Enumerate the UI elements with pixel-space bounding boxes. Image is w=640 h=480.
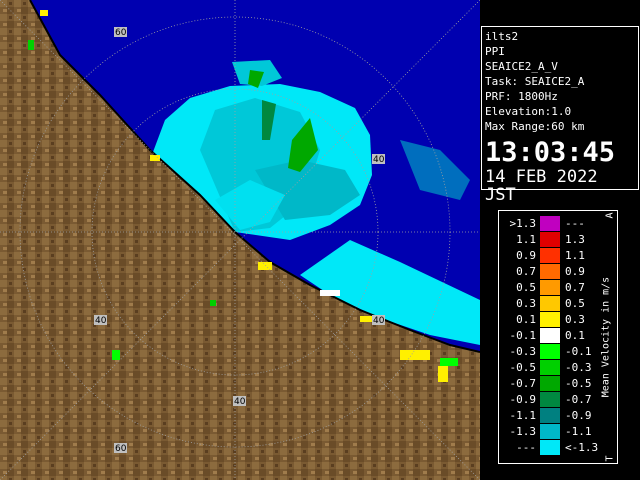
legend-lower-bound: -1.1 — [509, 409, 537, 422]
legend-color-swatch — [540, 296, 560, 311]
product-type: PPI — [485, 45, 505, 58]
legend-corner-bottom: T — [604, 455, 616, 462]
max-range-value: Max Range:60 km — [485, 120, 585, 133]
volume-name: SEAICE2_A_V — [485, 60, 558, 73]
ring-label-40-southeast: 40 — [373, 316, 385, 326]
legend-lower-bound: -0.3 — [509, 345, 537, 358]
legend-lower-bound: -0.9 — [509, 393, 537, 406]
ring-label-40-south: 40 — [234, 397, 246, 407]
radar-ppi-map[interactable]: 60 40 40 40 40 60 — [0, 0, 480, 480]
legend-color-swatch — [540, 344, 560, 359]
legend-color-swatch — [540, 392, 560, 407]
legend-color-swatch — [540, 312, 560, 327]
legend-color-swatch — [540, 440, 560, 455]
ring-label-60-north: 60 — [115, 28, 127, 38]
legend-lower-bound: -0.5 — [509, 361, 537, 374]
legend-color-swatch — [540, 232, 560, 247]
legend-title: Mean Velocity in m/s — [600, 276, 612, 398]
legend-lower-bound: 1.1 — [516, 233, 536, 246]
legend-lower-bound: 0.5 — [516, 281, 536, 294]
legend-lower-bound: 0.9 — [516, 249, 536, 262]
ring-label-60-southwest: 60 — [115, 444, 127, 454]
legend-lower-bound: 0.7 — [516, 265, 536, 278]
station-name: ilts2 — [485, 30, 519, 43]
ring-label-40-southwest: 40 — [95, 316, 107, 326]
legend-corner-top: A — [604, 212, 616, 219]
legend-lower-bound: -1.3 — [509, 425, 537, 438]
legend-color-swatch — [540, 248, 560, 263]
velocity-legend: >1.3 --- 1.1 1.3 0.9 1.1 0.7 0.9 0.5 0.7 0.3 0.5 0.1… — [498, 210, 618, 464]
ring-label-40-east: 40 — [373, 155, 385, 165]
legend-color-swatch — [540, 328, 560, 343]
legend-color-swatch — [540, 360, 560, 375]
legend-color-swatch — [540, 408, 560, 423]
legend-color-swatch — [540, 424, 560, 439]
legend-lower-bound: -0.1 — [509, 329, 537, 342]
legend-lower-bound: -0.7 — [509, 377, 537, 390]
legend-color-swatch — [540, 280, 560, 295]
legend-color-swatch — [540, 264, 560, 279]
scan-date: 14 FEB 2022 JST — [485, 167, 598, 205]
elevation-value: Elevation:1.0 — [485, 105, 572, 118]
legend-color-swatch — [540, 216, 560, 231]
legend-lower-bound: 0.3 — [516, 297, 536, 310]
legend-lower-bound: --- — [516, 441, 536, 454]
legend-lower-bound: 0.1 — [516, 313, 536, 326]
legend-lower-bound: >1.3 — [509, 217, 537, 230]
prf-value: PRF: 1800Hz — [485, 90, 558, 103]
task-name: Task: SEAICE2_A — [485, 75, 585, 88]
scan-time: 13:03:45 — [485, 137, 616, 168]
legend-color-swatch — [540, 376, 560, 391]
radar-info-panel: ilts2 PPI SEAICE2_A_V Task: SEAICE2_A PR… — [481, 26, 639, 204]
